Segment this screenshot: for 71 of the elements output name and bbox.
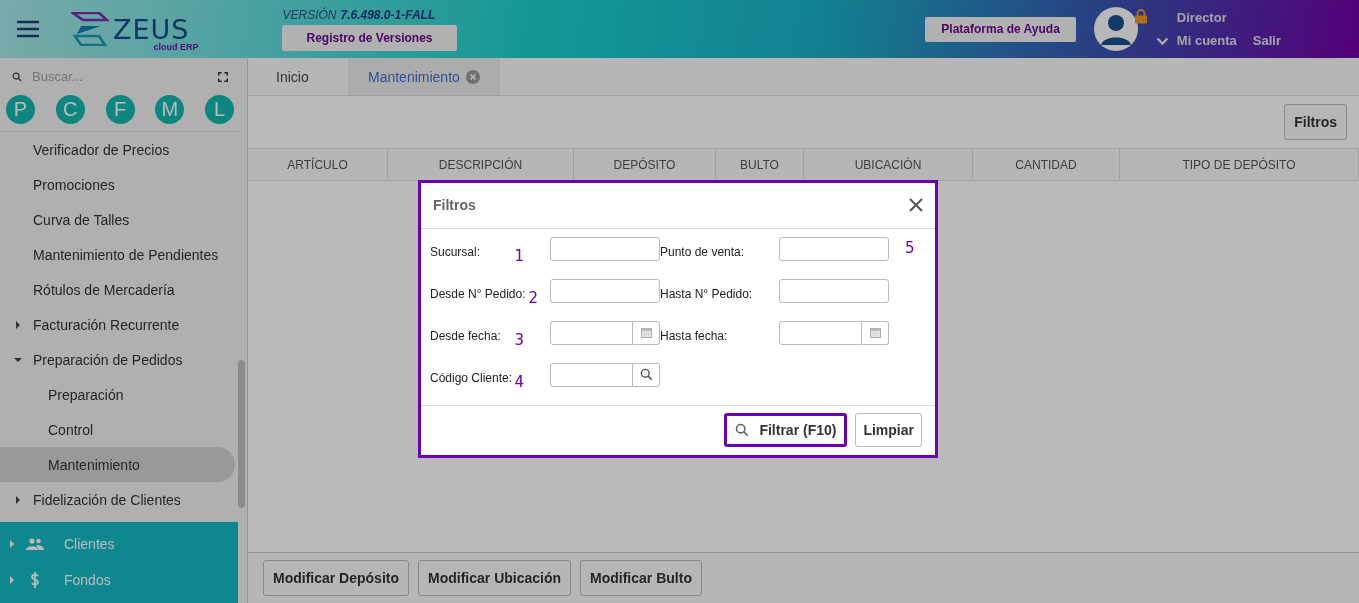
version-number: 7.6.498.0-1-FALL: [340, 7, 436, 22]
input-field[interactable]: [779, 278, 889, 303]
action-button[interactable]: Modificar Bulto: [580, 560, 702, 596]
field-label: Desde N° Pedido:: [430, 286, 526, 301]
dialog-title: Filtros: [433, 197, 476, 214]
help-button[interactable]: Plataforma de Ayuda: [925, 16, 1076, 42]
field-label: Hasta fecha:: [660, 328, 728, 343]
search-field[interactable]: Buscar...: [30, 68, 210, 85]
avatar-icon[interactable]: [1093, 7, 1138, 51]
clear-button[interactable]: Limpiar: [855, 413, 922, 448]
input-field[interactable]: [550, 278, 660, 303]
search-icon: [12, 69, 22, 84]
menu-item[interactable]: Mantenimiento de Pendientes: [0, 237, 235, 272]
filter-button[interactable]: Filtrar (F10): [724, 413, 848, 448]
column-header: CANTIDAD: [973, 149, 1120, 180]
menu-item[interactable]: Control: [0, 412, 235, 447]
date-field[interactable]: [550, 320, 633, 345]
caret-icon: [8, 576, 16, 584]
versions-button[interactable]: Registro de Versiones: [282, 24, 457, 51]
calendar-icon: [640, 327, 652, 339]
menu-item[interactable]: Preparación: [0, 377, 235, 412]
annotation-number: 5: [905, 237, 916, 257]
calendar-icon: [869, 327, 881, 339]
lookup-field[interactable]: [550, 362, 633, 387]
menu-item[interactable]: Mantenimiento: [0, 447, 235, 482]
menu-item[interactable]: Preparación de Pedidos: [0, 342, 235, 377]
field-label: Sucursal:: [430, 244, 481, 259]
logout-link[interactable]: Salir: [1252, 33, 1281, 48]
tab[interactable]: Inicio: [256, 58, 348, 95]
field-label: Punto de venta:: [660, 244, 745, 259]
close-icon[interactable]: [909, 198, 923, 213]
field-label: Hasta N° Pedido:: [660, 286, 753, 301]
module-label: Clientes: [64, 536, 115, 552]
menu-item[interactable]: Rótulos de Mercadería: [0, 272, 235, 307]
column-header: ARTÍCULO: [248, 149, 388, 180]
account-link[interactable]: Mi cuenta: [1176, 33, 1237, 48]
logo-tagline: cloud ERP: [153, 42, 199, 52]
action-button[interactable]: Modificar Depósito: [263, 560, 409, 596]
annotation-number: 4: [514, 371, 524, 391]
menu-item[interactable]: Promociones: [0, 167, 235, 202]
action-button[interactable]: Modificar Ubicación: [418, 560, 572, 596]
user-role: Director: [1176, 10, 1228, 25]
search-icon: [639, 368, 653, 382]
menu-item[interactable]: Verificador de Precios: [0, 132, 235, 167]
caret-icon: [14, 495, 22, 504]
field-label: Código Cliente:: [430, 370, 513, 385]
column-header: TIPO DE DEPÓSITO: [1120, 149, 1359, 180]
annotation-number: 3: [514, 329, 524, 349]
people-icon: [26, 538, 44, 550]
date-field[interactable]: [779, 320, 862, 345]
input-field[interactable]: [779, 236, 889, 261]
fullscreen-icon[interactable]: [218, 69, 228, 84]
field-label: Desde fecha:: [430, 328, 501, 343]
menu-item[interactable]: Fidelización de Clientes: [0, 482, 235, 517]
logo-wordmark: ZEUS: [113, 15, 190, 43]
module-label: Fondos: [64, 572, 111, 588]
logo-icon: [71, 12, 109, 46]
menu-icon[interactable]: [17, 20, 39, 38]
filters-button[interactable]: Filtros: [1284, 104, 1347, 140]
annotation-number: 1: [514, 245, 524, 265]
chevron-down-icon[interactable]: [1155, 35, 1169, 46]
caret-icon: [14, 320, 22, 329]
scrollbar-thumb[interactable]: [238, 360, 245, 508]
annotation-number: 2: [528, 287, 538, 307]
search-icon: [735, 423, 750, 438]
caret-icon: [14, 355, 22, 364]
version-label: VERSIÓN: [282, 7, 337, 22]
menu-item[interactable]: Facturación Recurrente: [0, 307, 235, 342]
caret-icon: [8, 540, 16, 548]
input-field[interactable]: [550, 236, 660, 261]
menu-item[interactable]: Curva de Talles: [0, 202, 235, 237]
